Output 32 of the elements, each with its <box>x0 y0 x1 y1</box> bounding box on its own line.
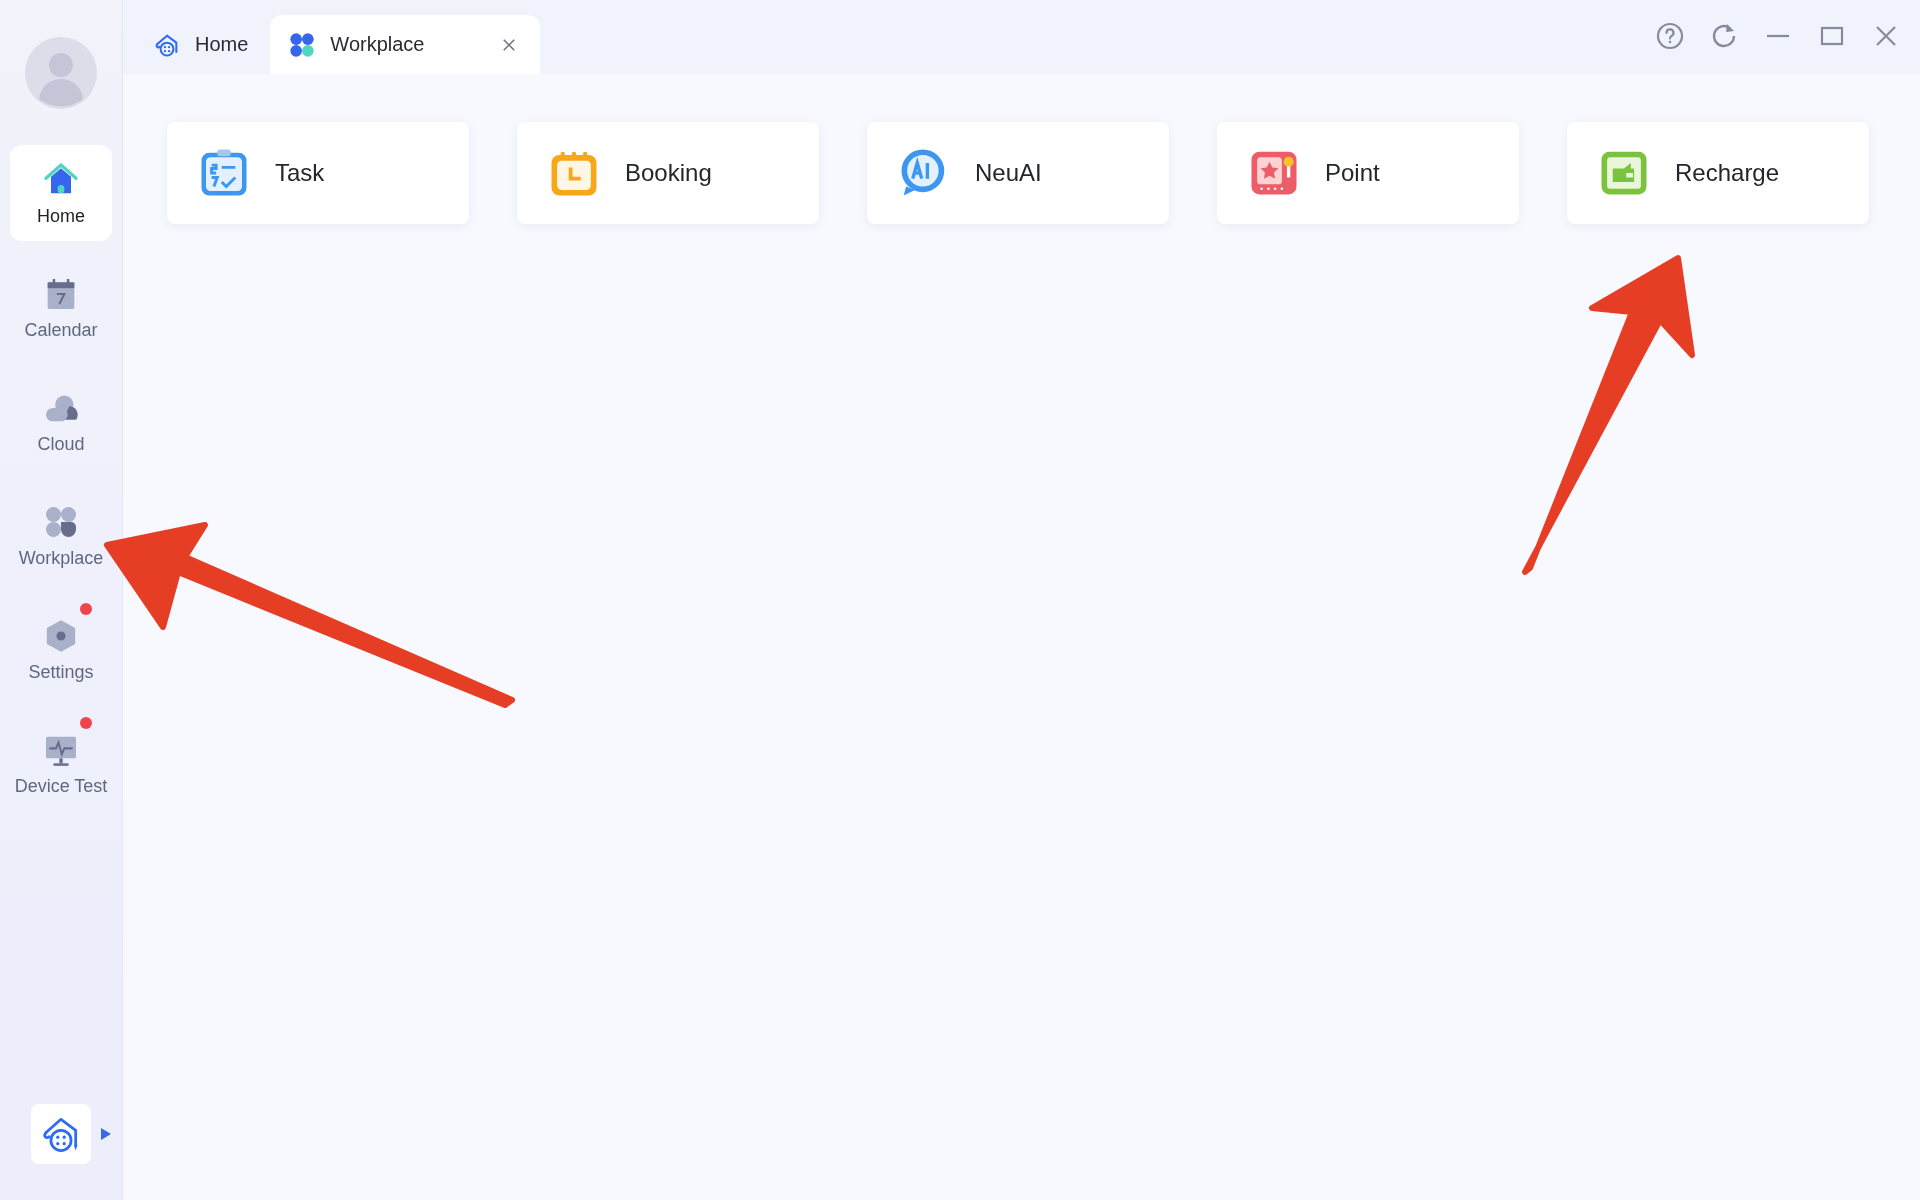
app-name: NeuAI <box>975 159 1042 187</box>
tab-label: Workplace <box>330 33 425 56</box>
tab[interactable]: Home <box>135 15 271 74</box>
grid-icon <box>288 30 317 59</box>
app-name: Point <box>1325 159 1380 187</box>
sidebar-item[interactable]: Settings <box>10 601 112 697</box>
app-card[interactable]: Point <box>1217 122 1519 224</box>
sidebar-item[interactable]: Workplace <box>10 487 112 583</box>
avatar[interactable] <box>25 37 97 109</box>
app-name: Recharge <box>1675 159 1780 187</box>
sidebar-label: Cloud <box>37 433 85 455</box>
app-logo[interactable] <box>31 1104 91 1164</box>
sidebar-label: Settings <box>28 661 94 683</box>
sidebar-item[interactable]: Calendar <box>10 259 112 355</box>
app-name: Task <box>275 159 325 187</box>
sidebar-label: Workplace <box>18 547 104 569</box>
sidebar-label: Device Test <box>14 775 108 797</box>
expand-arrow-icon[interactable] <box>101 1128 111 1140</box>
sidebar-label: Home <box>37 205 85 227</box>
sidebar-item[interactable]: Home <box>10 145 112 241</box>
app-card[interactable]: NeuAI <box>867 122 1169 224</box>
help-icon[interactable] <box>1656 22 1684 50</box>
refresh-icon[interactable] <box>1710 22 1738 50</box>
sidebar-item[interactable]: Device Test <box>10 715 112 811</box>
app-card[interactable]: Task <box>167 122 469 224</box>
app-card[interactable]: Booking <box>517 122 819 224</box>
tab[interactable]: Workplace <box>270 15 541 74</box>
app-card[interactable]: Recharge <box>1567 122 1869 224</box>
sidebar-item[interactable]: Cloud <box>10 373 112 469</box>
app-name: Booking <box>625 159 712 187</box>
sidebar-label: Calendar <box>24 319 98 341</box>
tab-label: Home <box>195 33 249 56</box>
